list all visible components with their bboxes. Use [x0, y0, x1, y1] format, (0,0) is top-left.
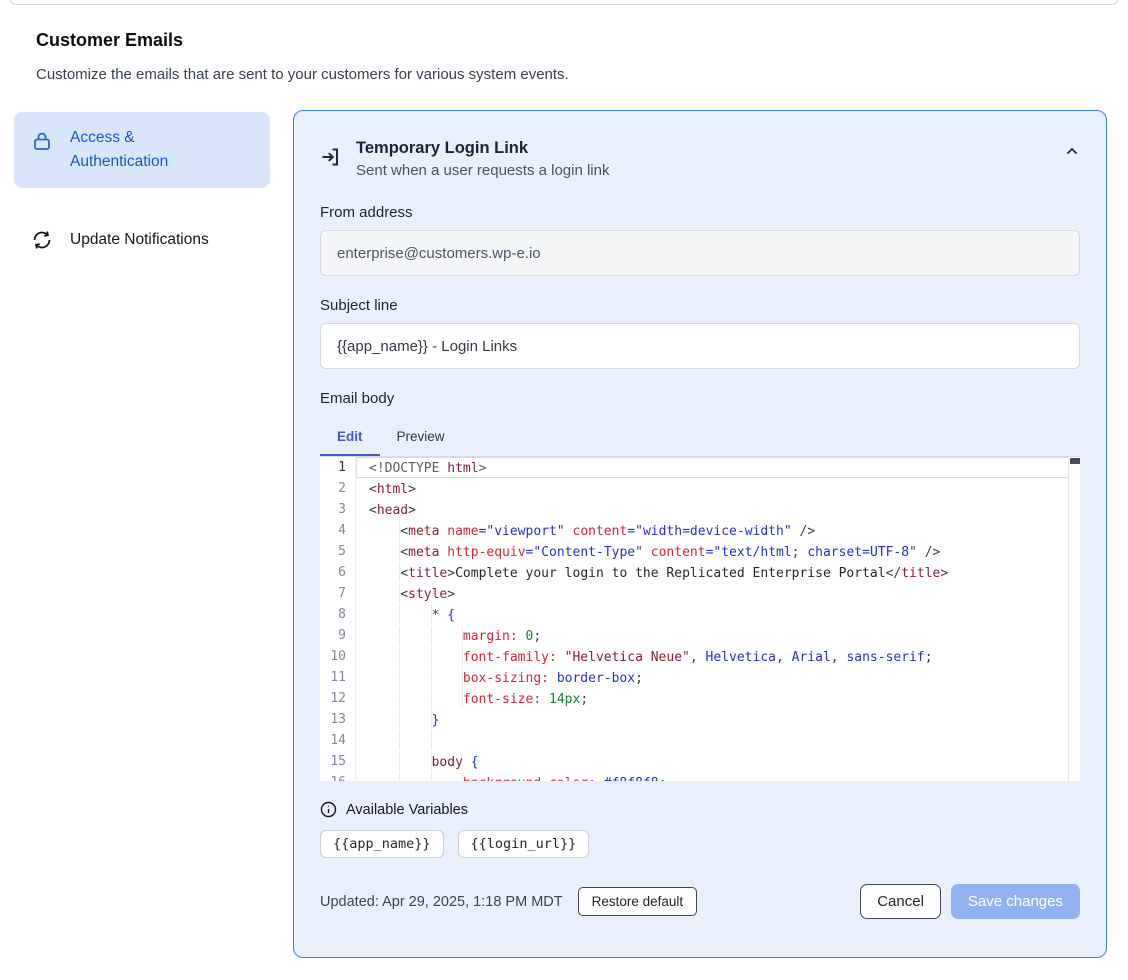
available-variables-header: Available Variables	[320, 801, 1080, 818]
editor-scrollbar-thumb[interactable]	[1070, 458, 1080, 464]
cancel-button[interactable]: Cancel	[860, 884, 941, 919]
tab-edit[interactable]: Edit	[320, 420, 380, 456]
email-body-label: Email body	[320, 390, 1080, 407]
code-line[interactable]: 9 margin: 0;	[320, 625, 1080, 646]
variable-chip-login-url[interactable]: {{login_url}}	[458, 830, 590, 858]
code-line[interactable]: 6 <title>Complete your login to the Repl…	[320, 562, 1080, 583]
code-line[interactable]: 7 <style>	[320, 583, 1080, 604]
code-line[interactable]: 11 box-sizing: border-box;	[320, 667, 1080, 688]
code-line[interactable]: 10 font-family: "Helvetica Neue", Helvet…	[320, 646, 1080, 667]
subject-line-input[interactable]	[320, 323, 1080, 369]
code-line[interactable]: 1<!DOCTYPE html>	[320, 457, 1080, 478]
code-line[interactable]: 16 background-color: #f8f8f8;	[320, 772, 1080, 781]
code-line[interactable]: 12 font-size: 14px;	[320, 688, 1080, 709]
email-types-sidebar: Access & Authentication Update Notificat…	[14, 112, 270, 266]
code-line[interactable]: 4 <meta name="viewport" content="width=d…	[320, 520, 1080, 541]
from-address-label: From address	[320, 204, 1080, 221]
info-icon	[320, 801, 337, 818]
variable-chips: {{app_name}} {{login_url}}	[320, 830, 1080, 858]
variable-chip-app-name[interactable]: {{app_name}}	[320, 830, 444, 858]
code-editor-lines: 1<!DOCTYPE html>2<html>3<head>4 <meta na…	[320, 457, 1080, 781]
available-variables-label: Available Variables	[346, 802, 468, 818]
temporary-login-link-card: Temporary Login Link Sent when a user re…	[293, 110, 1107, 958]
code-line[interactable]: 8 * {	[320, 604, 1080, 625]
footer-actions: Cancel Save changes	[860, 884, 1080, 919]
code-line[interactable]: 15 body {	[320, 751, 1080, 772]
card-header-text: Temporary Login Link Sent when a user re…	[356, 137, 609, 183]
code-line[interactable]: 14	[320, 730, 1080, 751]
editor-scrollbar[interactable]	[1068, 457, 1080, 781]
email-body-tabs: Edit Preview	[320, 420, 1080, 456]
from-address-input[interactable]	[320, 230, 1080, 276]
page-title: Customer Emails	[36, 30, 183, 51]
card-header: Temporary Login Link Sent when a user re…	[320, 137, 1080, 183]
restore-default-button[interactable]: Restore default	[578, 887, 698, 916]
sidebar-item-label: Access & Authentication	[70, 126, 220, 174]
sidebar-item-access-authentication[interactable]: Access & Authentication	[14, 112, 270, 188]
page-subtitle: Customize the emails that are sent to yo…	[36, 66, 569, 83]
sidebar-item-label: Update Notifications	[70, 228, 209, 252]
card-subtitle: Sent when a user requests a login link	[356, 159, 609, 183]
sidebar-item-update-notifications[interactable]: Update Notifications	[14, 214, 270, 266]
code-line[interactable]: 3<head>	[320, 499, 1080, 520]
save-changes-button[interactable]: Save changes	[951, 884, 1080, 919]
code-editor[interactable]: 1<!DOCTYPE html>2<html>3<head>4 <meta na…	[320, 456, 1080, 781]
code-line[interactable]: 2<html>	[320, 478, 1080, 499]
code-line[interactable]: 5 <meta http-equiv="Content-Type" conten…	[320, 541, 1080, 562]
lock-icon	[30, 129, 54, 153]
card-title: Temporary Login Link	[356, 137, 609, 159]
card-footer: Updated: Apr 29, 2025, 1:18 PM MDT Resto…	[320, 884, 1080, 919]
code-line[interactable]: 13 }	[320, 709, 1080, 730]
subject-line-label: Subject line	[320, 297, 1080, 314]
previous-card-bottom-edge	[8, 0, 1120, 5]
updated-timestamp: Updated: Apr 29, 2025, 1:18 PM MDT	[320, 894, 563, 910]
refresh-icon	[30, 228, 54, 252]
tab-preview[interactable]: Preview	[380, 420, 462, 456]
chevron-up-icon[interactable]	[1064, 143, 1080, 183]
login-icon	[320, 146, 342, 183]
